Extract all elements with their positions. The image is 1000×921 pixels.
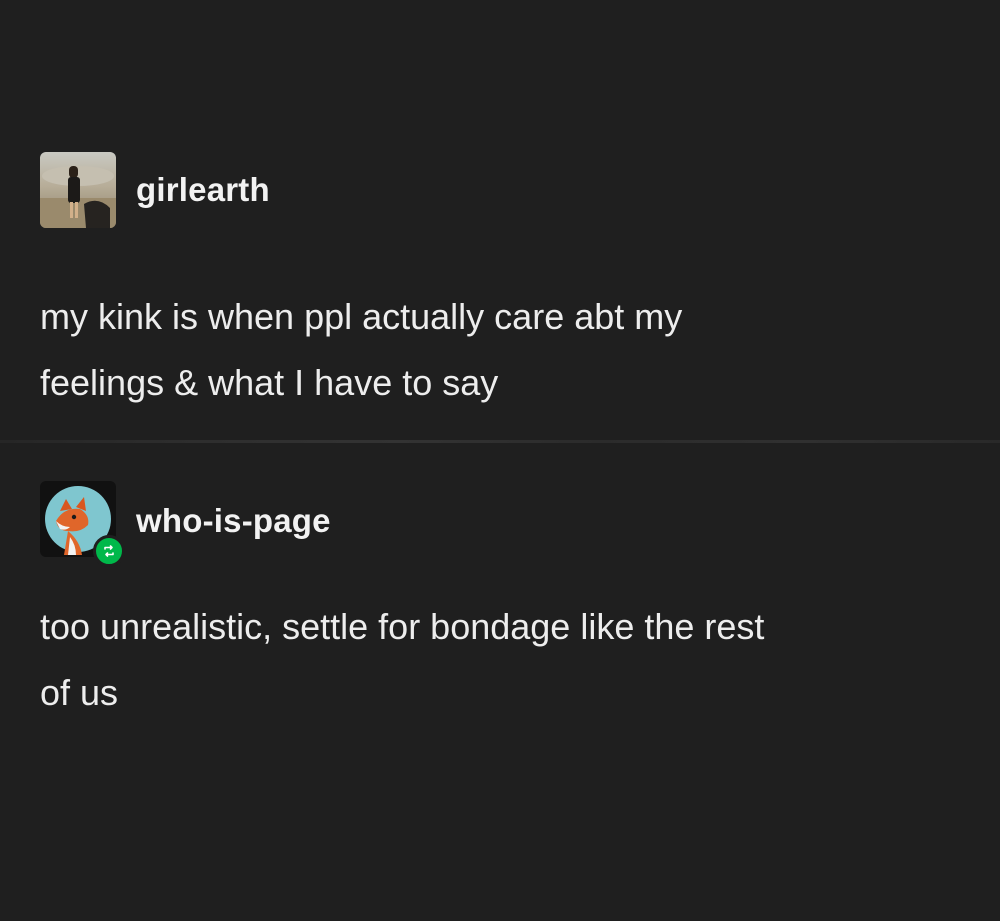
post-text: my kink is when ppl actually care abt my…: [40, 284, 940, 416]
avatar-photo-icon: [40, 152, 116, 228]
avatar-girlearth[interactable]: [40, 152, 116, 228]
post-text: too unrealistic, settle for bondage like…: [40, 594, 940, 726]
post-divider: [0, 440, 1000, 443]
post-header: who-is-page: [40, 481, 331, 567]
post-text-line: my kink is when ppl actually care abt my: [40, 296, 683, 337]
username[interactable]: girlearth: [136, 171, 270, 209]
post-text-line: feelings & what I have to say: [40, 362, 499, 403]
post-header: girlearth: [40, 152, 270, 228]
reblog-badge: [93, 535, 125, 567]
reblog-icon: [104, 545, 114, 557]
post-text-line: too unrealistic, settle for bondage like…: [40, 606, 765, 647]
avatar-wrapper: [40, 481, 125, 567]
post-text-line: of us: [40, 672, 119, 713]
username[interactable]: who-is-page: [136, 502, 331, 540]
